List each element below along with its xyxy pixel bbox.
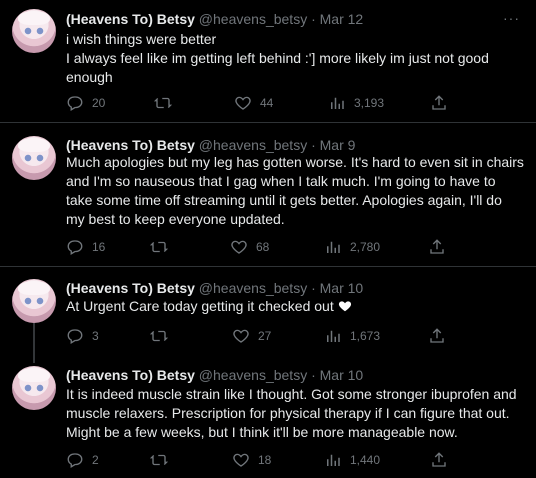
tweet-text: i wish things were better I always feel … — [66, 30, 524, 87]
tweet-header: (Heavens To) Betsy @heavens_betsy · Mar … — [66, 10, 363, 28]
reply-count: 20 — [92, 96, 106, 110]
more-options-icon[interactable]: ··· — [503, 10, 520, 26]
display-name[interactable]: (Heavens To) Betsy — [66, 367, 195, 383]
handle[interactable]: @heavens_betsy — [199, 137, 307, 153]
views-count: 1,440 — [350, 453, 381, 467]
timestamp[interactable]: Mar 10 — [320, 280, 364, 296]
timestamp[interactable]: Mar 12 — [320, 11, 364, 27]
handle[interactable]: @heavens_betsy — [199, 367, 307, 383]
retweet-button[interactable] — [150, 326, 176, 346]
handle[interactable]: @heavens_betsy — [199, 11, 307, 27]
reply-button[interactable]: 3 — [66, 326, 99, 346]
tweet[interactable]: (Heavens To) Betsy @heavens_betsy · Mar … — [0, 0, 536, 122]
display-name[interactable]: (Heavens To) Betsy — [66, 280, 195, 296]
views-button[interactable]: 1,673 — [324, 326, 380, 346]
share-icon — [430, 239, 444, 254]
reply-button[interactable]: 20 — [66, 93, 105, 113]
like-button[interactable]: 27 — [232, 326, 271, 346]
tweet[interactable]: (Heavens To) Betsy @heavens_betsy · Mar … — [0, 267, 536, 357]
share-icon — [432, 95, 446, 110]
retweet-button[interactable] — [150, 450, 176, 470]
avatar[interactable] — [12, 279, 56, 323]
heart-icon — [231, 240, 247, 254]
retweet-button[interactable] — [154, 93, 180, 113]
tweet-line: i wish things were better — [66, 31, 217, 47]
tweet[interactable]: (Heavens To) Betsy @heavens_betsy · Mar … — [0, 123, 536, 266]
tweet-actions: 16 68 2,780 — [66, 237, 466, 257]
heart-icon — [233, 329, 249, 343]
separator-dot: · — [311, 367, 316, 383]
reply-count: 3 — [92, 329, 99, 343]
reply-button[interactable]: 2 — [66, 450, 99, 470]
reply-icon — [67, 329, 83, 344]
reply-icon — [67, 453, 83, 468]
views-icon — [327, 241, 340, 253]
share-button[interactable] — [430, 93, 448, 113]
timestamp[interactable]: Mar 10 — [320, 367, 364, 383]
share-button[interactable] — [428, 237, 446, 257]
views-button[interactable]: 3,193 — [328, 93, 384, 113]
like-count: 18 — [258, 453, 272, 467]
views-count: 1,673 — [350, 329, 381, 343]
tweet-header: (Heavens To) Betsy @heavens_betsy · Mar … — [66, 279, 363, 297]
tweet-text: It is indeed muscle strain like I though… — [66, 386, 517, 440]
views-icon — [327, 454, 340, 466]
reply-icon — [67, 96, 83, 111]
avatar[interactable] — [12, 366, 56, 410]
separator-dot: · — [311, 11, 316, 27]
separator-dot: · — [311, 280, 316, 296]
retweet-icon — [150, 454, 168, 466]
views-count: 3,193 — [354, 96, 385, 110]
share-icon — [430, 328, 444, 343]
share-button[interactable] — [430, 450, 448, 470]
reply-button[interactable]: 16 — [66, 237, 105, 257]
share-button[interactable] — [428, 326, 446, 346]
retweet-icon — [150, 330, 168, 342]
tweet-header: (Heavens To) Betsy @heavens_betsy · Mar … — [66, 136, 355, 154]
views-button[interactable]: 2,780 — [324, 237, 380, 257]
views-button[interactable]: 1,440 — [324, 450, 380, 470]
tweet-header: (Heavens To) Betsy @heavens_betsy · Mar … — [66, 366, 363, 384]
views-count: 2,780 — [350, 240, 381, 254]
tweet-actions: 2 18 1,440 — [66, 450, 466, 470]
like-count: 68 — [256, 240, 270, 254]
like-count: 44 — [260, 96, 274, 110]
avatar[interactable] — [12, 9, 56, 53]
reply-icon — [67, 240, 83, 255]
retweet-button[interactable] — [150, 237, 176, 257]
retweet-icon — [154, 97, 172, 109]
tweet-actions: 20 44 3,193 — [66, 93, 466, 113]
handle[interactable]: @heavens_betsy — [199, 280, 307, 296]
avatar[interactable] — [12, 136, 56, 180]
views-icon — [327, 330, 340, 342]
display-name[interactable]: (Heavens To) Betsy — [66, 137, 195, 153]
display-name[interactable]: (Heavens To) Betsy — [66, 11, 195, 27]
views-icon — [331, 97, 344, 109]
heart-icon — [235, 96, 251, 110]
heart-icon — [233, 453, 249, 467]
like-count: 27 — [258, 329, 272, 343]
like-button[interactable]: 18 — [232, 450, 271, 470]
share-icon — [432, 452, 446, 467]
tweet-text: Much apologies but my leg has gotten wor… — [66, 154, 524, 227]
separator-dot: · — [311, 137, 316, 153]
tweet-actions: 3 27 1,673 — [66, 326, 466, 346]
reply-count: 2 — [92, 453, 99, 467]
reply-count: 16 — [92, 240, 106, 254]
tweet-line: I always feel like im getting left behin… — [66, 50, 489, 85]
timestamp[interactable]: Mar 9 — [320, 137, 356, 153]
tweet[interactable]: (Heavens To) Betsy @heavens_betsy · Mar … — [0, 357, 536, 478]
retweet-icon — [150, 241, 168, 253]
like-button[interactable]: 68 — [230, 237, 269, 257]
like-button[interactable]: 44 — [234, 93, 273, 113]
tweet-text: At Urgent Care today getting it checked … — [66, 297, 524, 316]
tweet-line: At Urgent Care today getting it checked … — [66, 298, 334, 314]
white-heart-icon — [338, 301, 351, 312]
